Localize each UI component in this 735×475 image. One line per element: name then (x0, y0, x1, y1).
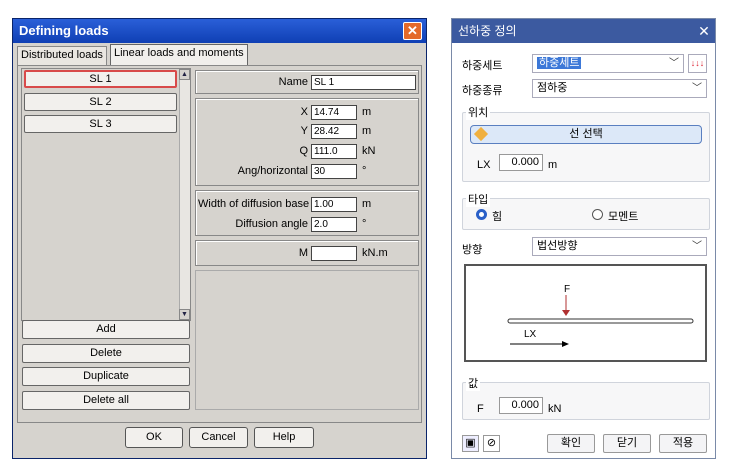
dialog-title: Defining loads (13, 19, 426, 43)
lx-unit: m (548, 159, 558, 171)
direction-value: 법선방향 (537, 240, 578, 252)
defining-loads-dialog: Defining loads ✕ Distributed loads Linea… (12, 18, 427, 459)
y-label: Y (300, 125, 308, 137)
position-group-label: 위치 (466, 104, 491, 120)
lx-field[interactable]: 0.000 (499, 154, 543, 171)
m-label: M (298, 247, 308, 259)
diffusion-angle-label: Diffusion angle (235, 218, 308, 230)
diffusion-angle-unit: ° (362, 218, 367, 230)
list-scrollbar[interactable]: ▲ ▼ (179, 69, 190, 320)
select-line-label: 선 선택 (569, 128, 603, 140)
q-field[interactable]: 111.0 (311, 144, 357, 159)
lx-arrowhead (562, 341, 569, 347)
scroll-down-icon[interactable]: ▼ (179, 309, 190, 320)
ang-unit: ° (362, 165, 367, 177)
close-icon[interactable]: ✕ (403, 22, 422, 40)
preview-icon[interactable]: ▣ (462, 435, 479, 452)
diamond-icon (473, 126, 489, 142)
diffusion-base-label: Width of diffusion base (198, 198, 310, 210)
eraser-icon[interactable]: ⊘ (483, 435, 500, 452)
name-label: Name (278, 76, 308, 88)
diffusion-angle-field[interactable]: 2.0 (311, 217, 357, 232)
tab-distributed-loads[interactable]: Distributed loads (17, 46, 107, 65)
list-item[interactable]: SL 1 (24, 70, 177, 88)
position-panel: X 14.74 m Y 28.42 m Q 111.0 kN Ang/horiz… (195, 98, 419, 186)
lx-label: LX (477, 159, 491, 171)
force-radio[interactable] (476, 209, 487, 220)
y-field[interactable]: 28.42 (311, 124, 357, 139)
ok-button[interactable]: OK (125, 427, 183, 448)
line-load-definition-dialog: 선하중 정의 ✕ 하중세트 하중세트 ﹀ ↓↓↓ 하중종류 점하중 ﹀ 위치 선… (451, 18, 716, 459)
force-label: 힘 (492, 211, 503, 223)
f-unit: kN (548, 403, 562, 415)
diagram-lx-label: LX (524, 329, 537, 340)
f-field[interactable]: 0.000 (499, 397, 543, 414)
delete-all-button[interactable]: Delete all (22, 391, 190, 410)
close-button[interactable]: 닫기 (603, 434, 651, 453)
name-panel: Name SL 1 (195, 70, 419, 94)
ang-label: Ang/horizontal (237, 165, 308, 177)
empty-panel (195, 270, 419, 410)
f-label: F (477, 403, 484, 415)
load-set-edit-icon[interactable]: ↓↓↓ (688, 54, 707, 73)
diffusion-panel: Width of diffusion base 1.00 m Diffusion… (195, 190, 419, 236)
list-item[interactable]: SL 3 (24, 115, 177, 133)
m-unit: kN.m (362, 247, 388, 259)
load-type-select[interactable]: 점하중 ﹀ (532, 79, 707, 98)
load-set-value: 하중세트 (537, 57, 582, 69)
apply-button[interactable]: 적용 (659, 434, 707, 453)
force-arrowhead (562, 310, 570, 316)
delete-button[interactable]: Delete (22, 344, 190, 363)
moment-label: 모멘트 (608, 211, 639, 223)
select-line-button[interactable]: 선 선택 (470, 125, 702, 144)
position-group (462, 112, 710, 182)
q-unit: kN (362, 145, 376, 157)
list-item[interactable]: SL 2 (24, 93, 177, 111)
chevron-down-icon: ﹀ (692, 83, 702, 94)
add-button[interactable]: Add (22, 320, 190, 339)
name-field[interactable]: SL 1 (311, 75, 416, 90)
load-set-label: 하중세트 (462, 60, 503, 72)
duplicate-button[interactable]: Duplicate (22, 367, 190, 386)
m-field[interactable] (311, 246, 357, 261)
close-icon[interactable]: ✕ (694, 19, 714, 43)
value-group-label: 값 (466, 375, 481, 391)
x-unit: m (362, 106, 372, 118)
help-button[interactable]: Help (254, 427, 314, 448)
load-type-label: 하중종류 (462, 85, 503, 97)
dialog-title: 선하중 정의 (452, 19, 715, 43)
ok-button[interactable]: 확인 (547, 434, 595, 453)
load-type-value: 점하중 (537, 82, 568, 94)
q-label: Q (299, 145, 308, 157)
x-field[interactable]: 14.74 (311, 105, 357, 120)
scroll-up-icon[interactable]: ▲ (179, 69, 190, 80)
type-group-label: 타입 (466, 191, 491, 207)
load-set-select[interactable]: 하중세트 ﹀ (532, 54, 684, 73)
load-diagram: F LX (464, 264, 707, 362)
x-label: X (300, 106, 308, 118)
tab-linear-loads-and-moments[interactable]: Linear loads and moments (110, 44, 248, 66)
y-unit: m (362, 125, 372, 137)
chevron-down-icon: ﹀ (669, 58, 679, 69)
moment-radio[interactable] (592, 209, 603, 220)
ang-field[interactable]: 30 (311, 164, 357, 179)
direction-select[interactable]: 법선방향 ﹀ (532, 237, 707, 256)
chevron-down-icon: ﹀ (692, 241, 702, 252)
cancel-button[interactable]: Cancel (189, 427, 248, 448)
diagram-svg (507, 295, 694, 347)
diffusion-base-field[interactable]: 1.00 (311, 197, 357, 212)
moment-panel: M kN.m (195, 240, 419, 266)
beam-shape (507, 318, 694, 324)
diffusion-base-unit: m (362, 198, 372, 210)
direction-label: 방향 (462, 244, 483, 256)
